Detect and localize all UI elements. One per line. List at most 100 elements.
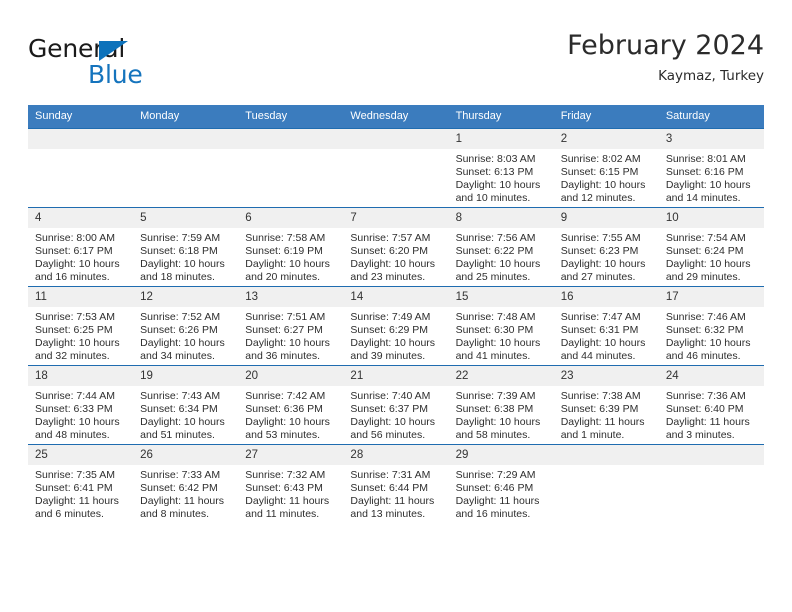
- daylight-text: Daylight: 10 hours: [245, 416, 330, 428]
- day-details: Sunrise: 7:42 AM Sunset: 6:36 PM Daylight:…: [238, 386, 343, 444]
- calendar-day-cell[interactable]: 28 Sunrise: 7:31 AM Sunset: 6:44 PM Dayligh…: [343, 444, 449, 523]
- sunrise-text: Sunrise: 7:29 AM: [455, 469, 536, 481]
- day-details: Sunrise: 8:00 AM Sunset: 6:17 PM Daylight:…: [28, 228, 133, 286]
- calendar-day-cell[interactable]: 19 Sunrise: 7:43 AM Sunset: 6:34 PM Dayligh…: [133, 365, 239, 445]
- sunrise-text: Sunrise: 8:02 AM: [560, 153, 641, 165]
- day-number: [133, 129, 239, 149]
- daylight-text: and 23 minutes.: [350, 271, 426, 283]
- calendar-day-cell[interactable]: 21 Sunrise: 7:40 AM Sunset: 6:37 PM Dayligh…: [343, 365, 449, 445]
- day-number: [553, 445, 659, 465]
- day-details: Sunrise: 7:46 AM Sunset: 6:32 PM Daylight:…: [659, 307, 764, 365]
- day-number: 7: [343, 208, 449, 228]
- day-number: 27: [238, 445, 344, 465]
- calendar-day-cell[interactable]: 18 Sunrise: 7:44 AM Sunset: 6:33 PM Dayligh…: [28, 365, 134, 445]
- sunset-text: Sunset: 6:24 PM: [665, 245, 744, 257]
- sunrise-text: Sunrise: 7:38 AM: [560, 390, 641, 402]
- calendar-cell-empty: [133, 128, 239, 208]
- calendar-day-cell[interactable]: 10 Sunrise: 7:54 AM Sunset: 6:24 PM Dayligh…: [658, 207, 764, 287]
- calendar-day-cell[interactable]: 15 Sunrise: 7:48 AM Sunset: 6:30 PM Dayligh…: [448, 286, 554, 366]
- weekday-header-saturday: Saturday: [658, 105, 764, 129]
- daylight-text: Daylight: 10 hours: [560, 179, 646, 191]
- day-details: Sunrise: 7:56 AM Sunset: 6:22 PM Daylight:…: [449, 228, 554, 286]
- weekday-header-sunday: Sunday: [28, 105, 134, 129]
- weekday-header-wednesday: Wednesday: [343, 105, 449, 129]
- calendar-day-cell[interactable]: 29 Sunrise: 7:29 AM Sunset: 6:46 PM Dayligh…: [448, 444, 554, 523]
- day-number: 24: [658, 366, 764, 386]
- weekday-header-tuesday: Tuesday: [238, 105, 344, 129]
- sunrise-text: Sunrise: 7:49 AM: [350, 311, 431, 323]
- calendar-day-cell[interactable]: 11 Sunrise: 7:53 AM Sunset: 6:25 PM Dayligh…: [28, 286, 134, 366]
- daylight-text: and 27 minutes.: [560, 271, 636, 283]
- calendar-day-cell[interactable]: 23 Sunrise: 7:38 AM Sunset: 6:39 PM Dayligh…: [553, 365, 659, 445]
- daylight-text: and 51 minutes.: [140, 429, 215, 441]
- calendar-day-cell[interactable]: 22 Sunrise: 7:39 AM Sunset: 6:38 PM Dayligh…: [448, 365, 554, 445]
- calendar-day-cell[interactable]: 13 Sunrise: 7:51 AM Sunset: 6:27 PM Dayligh…: [238, 286, 344, 366]
- sunrise-text: Sunrise: 7:47 AM: [560, 311, 641, 323]
- sunset-text: Sunset: 6:23 PM: [560, 245, 639, 257]
- day-number: 3: [658, 129, 764, 149]
- sunrise-text: Sunrise: 8:01 AM: [665, 153, 746, 165]
- daylight-text: Daylight: 10 hours: [665, 179, 751, 191]
- calendar-day-cell[interactable]: 12 Sunrise: 7:52 AM Sunset: 6:26 PM Dayligh…: [133, 286, 239, 366]
- sunset-text: Sunset: 6:27 PM: [245, 324, 323, 336]
- sunset-text: Sunset: 6:20 PM: [350, 245, 429, 257]
- sunrise-text: Sunrise: 7:36 AM: [665, 390, 746, 402]
- sunrise-text: Sunrise: 7:39 AM: [455, 390, 536, 402]
- calendar-day-cell[interactable]: 8 Sunrise: 7:56 AM Sunset: 6:22 PM Daylight…: [448, 207, 554, 287]
- calendar-week-row: 1 Sunrise: 8:03 AM Sunset: 6:13 PM Daylight…: [28, 128, 764, 208]
- daylight-text: and 29 minutes.: [665, 271, 741, 283]
- day-number: 26: [133, 445, 239, 465]
- daylight-text: Daylight: 10 hours: [665, 337, 751, 349]
- calendar-week-row: 25 Sunrise: 7:35 AM Sunset: 6:41 PM Dayligh…: [28, 444, 764, 523]
- calendar-day-cell[interactable]: 26 Sunrise: 7:33 AM Sunset: 6:42 PM Dayligh…: [133, 444, 239, 523]
- calendar-day-cell[interactable]: 2 Sunrise: 8:02 AM Sunset: 6:15 PM Daylight…: [553, 128, 659, 208]
- daylight-text: Daylight: 10 hours: [140, 337, 225, 349]
- calendar-day-cell[interactable]: 5 Sunrise: 7:59 AM Sunset: 6:18 PM Daylight…: [133, 207, 239, 287]
- sunset-text: Sunset: 6:19 PM: [245, 245, 323, 257]
- calendar-day-cell[interactable]: 14 Sunrise: 7:49 AM Sunset: 6:29 PM Dayligh…: [343, 286, 449, 366]
- day-details: Sunrise: 7:54 AM Sunset: 6:24 PM Daylight:…: [659, 228, 764, 286]
- sunset-text: Sunset: 6:38 PM: [455, 403, 534, 415]
- daylight-text: and 3 minutes.: [665, 429, 735, 441]
- day-number: 16: [553, 287, 659, 307]
- calendar-day-cell[interactable]: 17 Sunrise: 7:46 AM Sunset: 6:32 PM Dayligh…: [658, 286, 764, 366]
- calendar-day-cell[interactable]: 9 Sunrise: 7:55 AM Sunset: 6:23 PM Daylight…: [553, 207, 659, 287]
- sunrise-text: Sunrise: 7:53 AM: [35, 311, 115, 323]
- day-number: 11: [28, 287, 134, 307]
- daylight-text: and 36 minutes.: [245, 350, 320, 362]
- daylight-text: Daylight: 10 hours: [455, 258, 541, 270]
- calendar-day-cell[interactable]: 4 Sunrise: 8:00 AM Sunset: 6:17 PM Daylight…: [28, 207, 134, 287]
- day-details: Sunrise: 8:01 AM Sunset: 6:16 PM Daylight:…: [659, 149, 764, 207]
- daylight-text: Daylight: 10 hours: [35, 258, 120, 270]
- day-number: 12: [133, 287, 239, 307]
- daylight-text: Daylight: 11 hours: [350, 495, 435, 507]
- daylight-text: and 41 minutes.: [455, 350, 531, 362]
- calendar-day-cell[interactable]: 20 Sunrise: 7:42 AM Sunset: 6:36 PM Dayligh…: [238, 365, 344, 445]
- day-details: [343, 149, 448, 207]
- calendar-day-cell[interactable]: 3 Sunrise: 8:01 AM Sunset: 6:16 PM Daylight…: [658, 128, 764, 208]
- calendar-day-cell[interactable]: 1 Sunrise: 8:03 AM Sunset: 6:13 PM Daylight…: [448, 128, 554, 208]
- daylight-text: and 16 minutes.: [455, 508, 531, 520]
- calendar-day-cell[interactable]: 16 Sunrise: 7:47 AM Sunset: 6:31 PM Dayligh…: [553, 286, 659, 366]
- sunset-text: Sunset: 6:42 PM: [140, 482, 218, 494]
- day-details: Sunrise: 7:40 AM Sunset: 6:37 PM Daylight:…: [343, 386, 448, 444]
- general-blue-logo[interactable]: General Blue: [28, 34, 258, 92]
- calendar-day-cell[interactable]: 27 Sunrise: 7:32 AM Sunset: 6:43 PM Dayligh…: [238, 444, 344, 523]
- daylight-text: and 20 minutes.: [245, 271, 320, 283]
- sunrise-sunset-calendar: Sunday Monday Tuesday Wednesday Thursday Frid…: [28, 105, 764, 523]
- day-details: Sunrise: 7:49 AM Sunset: 6:29 PM Daylight:…: [343, 307, 448, 365]
- calendar-day-cell[interactable]: 25 Sunrise: 7:35 AM Sunset: 6:41 PM Dayligh…: [28, 444, 134, 523]
- day-details: Sunrise: 7:47 AM Sunset: 6:31 PM Daylight:…: [554, 307, 659, 365]
- calendar-day-cell[interactable]: 7 Sunrise: 7:57 AM Sunset: 6:20 PM Daylight…: [343, 207, 449, 287]
- sunset-text: Sunset: 6:18 PM: [140, 245, 218, 257]
- sunset-text: Sunset: 6:46 PM: [455, 482, 534, 494]
- calendar-day-cell[interactable]: 24 Sunrise: 7:36 AM Sunset: 6:40 PM Dayligh…: [658, 365, 764, 445]
- daylight-text: and 39 minutes.: [350, 350, 426, 362]
- sunrise-text: Sunrise: 7:48 AM: [455, 311, 536, 323]
- daylight-text: Daylight: 10 hours: [245, 258, 330, 270]
- calendar-cell-empty: [28, 128, 134, 208]
- sunset-text: Sunset: 6:40 PM: [665, 403, 744, 415]
- day-number: 20: [238, 366, 344, 386]
- day-details: Sunrise: 7:59 AM Sunset: 6:18 PM Daylight:…: [133, 228, 238, 286]
- calendar-day-cell[interactable]: 6 Sunrise: 7:58 AM Sunset: 6:19 PM Daylight…: [238, 207, 344, 287]
